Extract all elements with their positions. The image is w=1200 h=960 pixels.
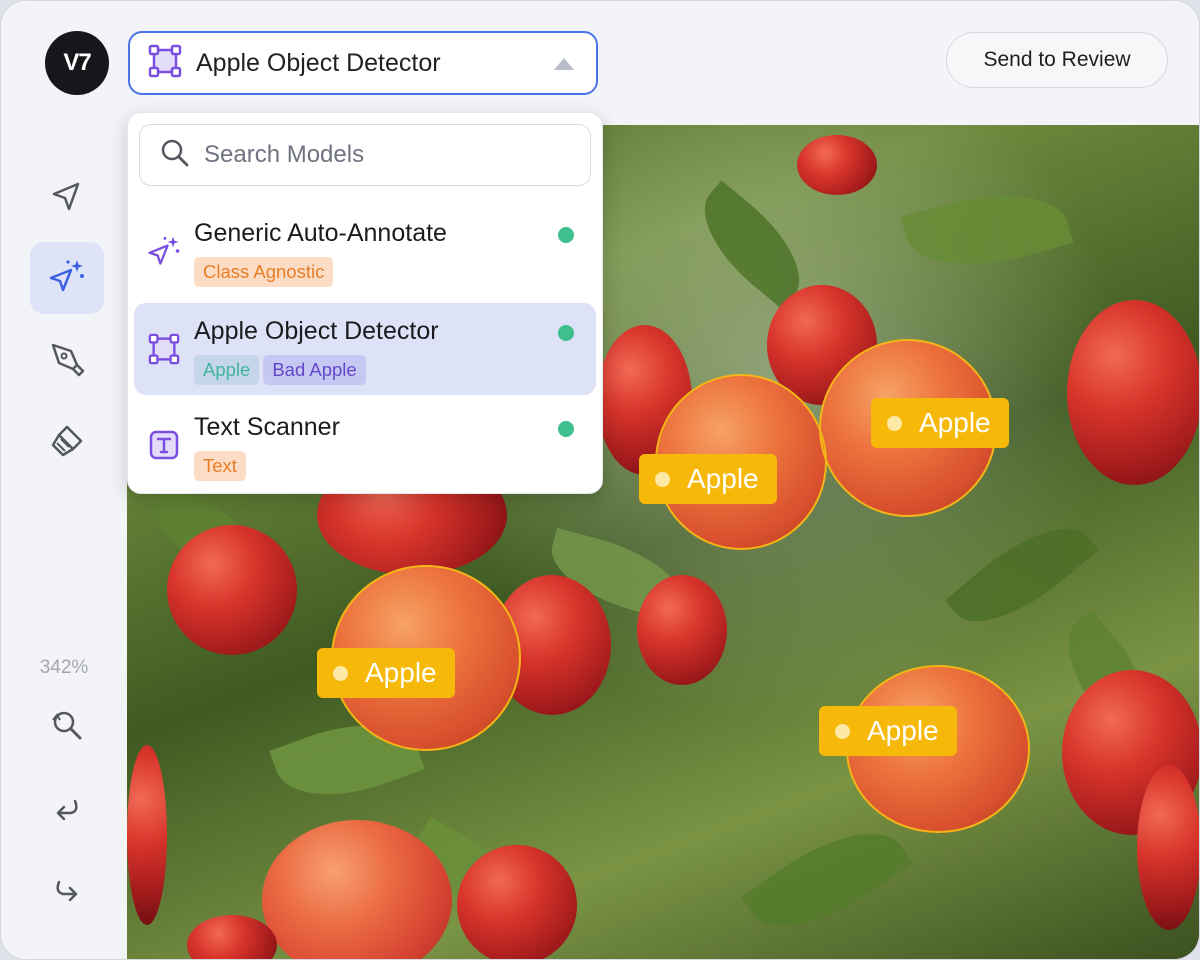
annotation-label: Apple <box>867 715 939 746</box>
class-tag: Bad Apple <box>263 355 366 385</box>
class-tags: Apple Bad Apple <box>194 355 366 385</box>
status-online-dot <box>558 421 574 437</box>
undo-icon <box>51 793 83 830</box>
zoom-reset-button[interactable] <box>30 691 104 763</box>
logo-text: V7 <box>63 49 91 76</box>
caret-up-icon <box>554 58 574 70</box>
annotation-tag[interactable]: Apple <box>871 398 1009 448</box>
search-box[interactable] <box>139 124 591 186</box>
class-tag: Text <box>194 451 246 481</box>
brush-tool[interactable] <box>30 407 104 479</box>
redo-button[interactable] <box>30 858 104 930</box>
top-bar: V7 Apple Object Detector Send to Review <box>1 1 1199 125</box>
tag-dot <box>655 471 670 487</box>
model-dropdown: Generic Auto-Annotate Class Agnostic App… <box>127 112 603 494</box>
model-option-generic-auto-annotate[interactable]: Generic Auto-Annotate Class Agnostic <box>134 205 596 297</box>
model-option-apple-object-detector[interactable]: Apple Object Detector Apple Bad Apple <box>134 303 596 395</box>
pen-icon <box>49 341 85 382</box>
sparkle-cursor-icon <box>146 233 182 269</box>
zoom-level: 342% <box>39 657 89 678</box>
model-name: Generic Auto-Annotate <box>194 219 447 247</box>
pen-tool[interactable] <box>30 325 104 397</box>
app-window: V7 Apple Object Detector Send to Review <box>0 0 1200 960</box>
tag-dot <box>333 665 348 681</box>
select-tool[interactable] <box>30 163 104 235</box>
undo-button[interactable] <box>30 775 104 847</box>
model-name: Apple Object Detector <box>194 317 439 345</box>
sparkle-cursor-icon <box>47 256 87 301</box>
tag-dot <box>887 415 902 431</box>
bounding-box-icon <box>148 44 182 83</box>
class-tag: Class Agnostic <box>194 257 334 287</box>
search-icon <box>160 138 190 173</box>
zoom-reset-icon <box>49 707 85 748</box>
brush-icon <box>49 423 85 464</box>
v7-logo[interactable]: V7 <box>45 31 109 95</box>
annotation-tag[interactable]: Apple <box>639 454 777 504</box>
model-option-text-scanner[interactable]: Text Scanner Text <box>134 399 596 491</box>
status-online-dot <box>558 325 574 341</box>
tool-sidebar: 342% <box>1 125 127 959</box>
annotation-label: Apple <box>919 407 991 438</box>
class-tag: Apple <box>194 355 260 385</box>
cursor-arrow-icon <box>50 180 84 219</box>
annotation-tag[interactable]: Apple <box>317 648 455 698</box>
annotation-label: Apple <box>365 657 437 688</box>
model-selector[interactable]: Apple Object Detector <box>128 31 598 95</box>
redo-icon <box>51 876 83 913</box>
annotation-label: Apple <box>687 463 759 494</box>
search-models-input[interactable] <box>202 140 586 170</box>
annotation-tag[interactable]: Apple <box>819 706 957 756</box>
auto-annotate-tool[interactable] <box>30 242 104 314</box>
status-online-dot <box>558 227 574 243</box>
send-to-review-button[interactable]: Send to Review <box>946 32 1168 88</box>
tag-dot <box>835 723 850 739</box>
class-tags: Text <box>194 451 246 481</box>
class-tags: Class Agnostic <box>194 257 334 287</box>
bounding-box-icon <box>146 331 182 367</box>
text-box-icon <box>146 427 182 463</box>
selected-model-label: Apple Object Detector <box>196 48 441 77</box>
model-name: Text Scanner <box>194 413 340 441</box>
